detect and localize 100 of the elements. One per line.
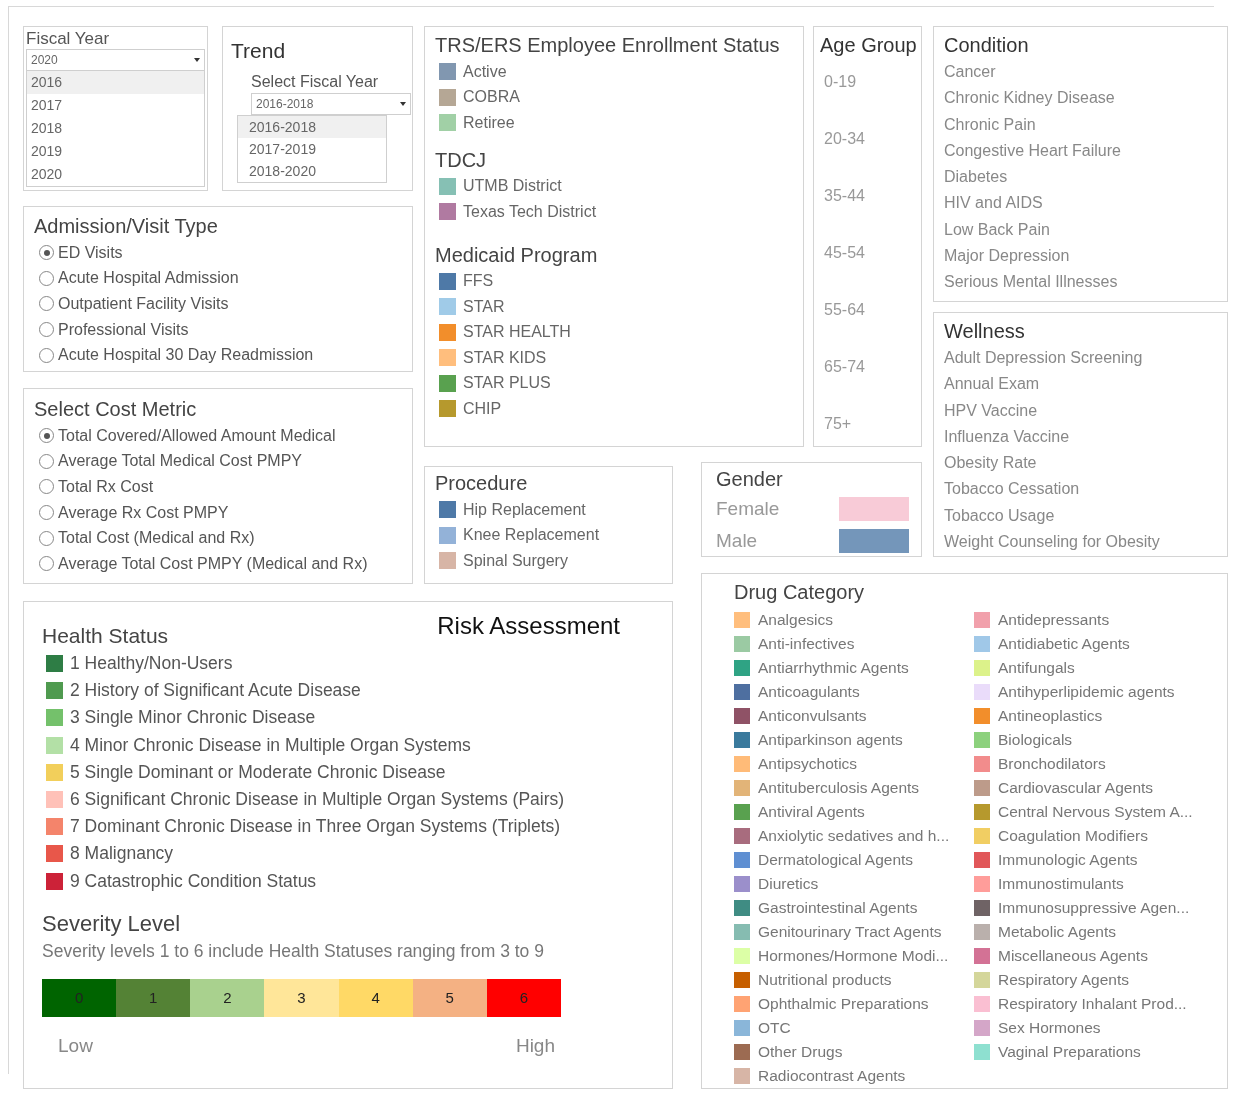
legend-label: Spinal Surgery	[463, 551, 568, 570]
filter-item[interactable]: Diabetes	[944, 164, 1217, 191]
filter-item[interactable]: 65-74	[824, 358, 915, 376]
panel-title: Gender	[716, 467, 784, 492]
legend-label: Analgesics	[758, 611, 833, 629]
radio-button[interactable]	[39, 453, 54, 469]
legend-label: Antihyperlipidemic agents	[998, 683, 1175, 701]
filter-item[interactable]: HPV Vaccine	[944, 397, 1217, 424]
panel-title: Select Cost Metric	[34, 397, 198, 422]
panel-title: Age Group	[820, 33, 915, 58]
legend-label: Dermatological Agents	[758, 851, 914, 869]
filter-item[interactable]: 20-34	[824, 130, 915, 148]
legend-label: Vaginal Preparations	[998, 1043, 1141, 1061]
radio-label: Outpatient Facility Visits	[58, 295, 229, 313]
radio-button[interactable]	[39, 530, 54, 546]
legend-label: 2 History of Significant Acute Disease	[70, 680, 361, 702]
filter-item[interactable]: Cancer	[944, 59, 1217, 86]
list-option[interactable]: 2019	[27, 140, 204, 163]
list-option[interactable]: 2016-2018	[238, 116, 386, 138]
legend-label: Genitourinary Tract Agents	[758, 923, 942, 941]
legend-label: Anticonvulsants	[758, 707, 867, 725]
legend-label: STAR KIDS	[463, 348, 547, 367]
filter-item[interactable]: 0-19	[824, 73, 915, 91]
filter-item[interactable]: Adult Depression Screening	[944, 345, 1217, 372]
filter-item[interactable]: Chronic Kidney Disease	[944, 85, 1217, 112]
list-option[interactable]: 2016	[27, 71, 204, 94]
legend-label: Respiratory Agents	[998, 971, 1129, 989]
filter-item[interactable]: Chronic Pain	[944, 111, 1217, 138]
radio-button[interactable]	[39, 556, 54, 572]
legend-label: 5 Single Dominant or Moderate Chronic Disease	[70, 761, 446, 783]
list-option[interactable]: 2018	[27, 117, 204, 140]
legend-label: Immunostimulants	[998, 875, 1124, 893]
radio-label: Average Total Medical Cost PMPY	[58, 452, 302, 471]
radio-label: Average Total Cost PMPY (Medical and Rx)	[58, 554, 368, 573]
filter-item[interactable]: Tobacco Cessation	[944, 476, 1217, 503]
legend-label: Central Nervous System A...	[998, 803, 1193, 821]
legend-label: 6 Significant Chronic Disease in Multiple Organ Systems (Pairs)	[70, 789, 565, 811]
panel-title: Drug Category	[734, 580, 866, 605]
filter-item[interactable]: HIV and AIDS	[944, 190, 1217, 217]
scale-label: Low	[58, 1034, 93, 1057]
legend-label: Coagulation Modifiers	[998, 827, 1148, 845]
filter-item[interactable]: Major Depression	[944, 243, 1217, 270]
list-option[interactable]: 2017-2019	[238, 138, 386, 160]
filter-item[interactable]: Obesity Rate	[944, 450, 1217, 477]
section-title: Health Status	[42, 623, 169, 649]
legend-label: FFS	[463, 272, 494, 291]
legend-label: STAR PLUS	[463, 374, 551, 393]
filter-item[interactable]: 55-64	[824, 301, 915, 319]
legend-label: Knee Replacement	[463, 526, 600, 545]
radio-button[interactable]	[39, 270, 54, 286]
legend-label: CHIP	[463, 399, 502, 418]
legend-label: Miscellaneous Agents	[998, 947, 1148, 965]
legend-label: Antituberculosis Agents	[758, 779, 920, 797]
panel-title: Fiscal Year	[26, 29, 111, 49]
radio-button[interactable]	[39, 479, 54, 495]
section-title: TRS/ERS Employee Enrollment Status	[435, 33, 781, 58]
legend-label: Nutritional products	[758, 971, 892, 989]
severity-segment: 4	[338, 978, 413, 1017]
severity-segment: 3	[264, 978, 339, 1017]
legend-label: Cardiovascular Agents	[998, 779, 1154, 797]
filter-item[interactable]: Tobacco Usage	[944, 502, 1217, 530]
legend-label: 3 Single Minor Chronic Disease	[70, 707, 316, 729]
filter-item[interactable]: 75+	[824, 415, 915, 433]
radio-button[interactable]	[39, 245, 54, 261]
legend-label: Sex Hormones	[998, 1019, 1101, 1037]
legend-label: Antiarrhythmic Agents	[758, 659, 909, 677]
radio-button[interactable]	[39, 322, 54, 338]
section-title: Medicaid Program	[435, 242, 599, 268]
list-option[interactable]: 2020	[27, 163, 204, 186]
severity-segment: 1	[116, 978, 191, 1017]
panel-title: Wellness	[944, 319, 1026, 344]
legend-label: Gastrointestinal Agents	[758, 899, 918, 917]
filter-item[interactable]: Annual Exam	[944, 371, 1217, 398]
legend-label: COBRA	[463, 88, 520, 107]
filter-item[interactable]: Influenza Vaccine	[944, 423, 1217, 451]
dropdown[interactable]: 2016-2018	[251, 93, 411, 115]
caret-icon	[194, 58, 200, 62]
legend-label: Immunologic Agents	[998, 851, 1138, 869]
list-option[interactable]: 2018-2020	[238, 160, 386, 182]
legend-label: 4 Minor Chronic Disease in Multiple Organ Systems	[70, 734, 471, 756]
radio-label: Acute Hospital 30 Day Readmission	[58, 346, 314, 365]
legend-label: Anticoagulants	[758, 683, 860, 701]
radio-button[interactable]	[39, 428, 54, 444]
legend-label: Hip Replacement	[463, 500, 586, 519]
list-option[interactable]: 2017	[27, 94, 204, 117]
filter-item[interactable]: Serious Mental Illnesses	[944, 269, 1217, 296]
radio-button[interactable]	[39, 505, 54, 521]
filter-item[interactable]: 45-54	[824, 244, 915, 262]
radio-button[interactable]	[39, 347, 54, 363]
filter-item[interactable]: Low Back Pain	[944, 216, 1217, 244]
panel-title: Admission/Visit Type	[34, 214, 219, 239]
filter-item[interactable]: 35-44	[824, 187, 915, 205]
radio-button[interactable]	[39, 296, 54, 312]
filter-item[interactable]: Weight Counseling for Obesity	[944, 529, 1217, 556]
legend-label: 8 Malignancy	[70, 843, 174, 865]
field-label: Select Fiscal Year	[251, 72, 380, 92]
legend-label: STAR	[463, 297, 505, 316]
legend-label: OTC	[758, 1019, 791, 1037]
legend-label: 1 Healthy/Non-Users	[70, 653, 233, 675]
filter-item[interactable]: Congestive Heart Failure	[944, 137, 1217, 165]
